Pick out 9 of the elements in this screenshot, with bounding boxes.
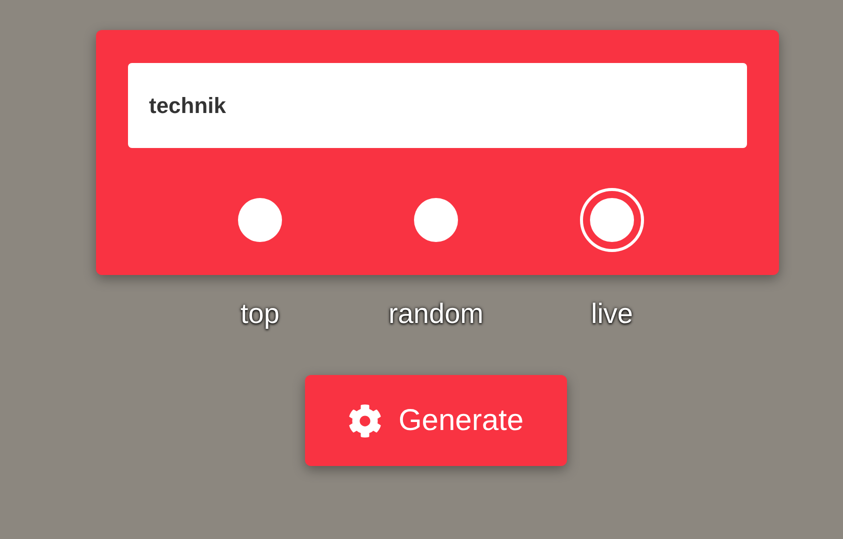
mode-label: random (388, 297, 484, 331)
radio-button[interactable] (580, 188, 644, 252)
mode-label: live (590, 297, 633, 331)
radio-button[interactable] (238, 198, 282, 242)
generate-button[interactable]: Generate (305, 375, 567, 466)
gear-icon (348, 404, 382, 438)
radio-button[interactable] (414, 198, 458, 242)
search-field[interactable]: technik (128, 63, 747, 148)
mode-label: top (240, 297, 280, 331)
